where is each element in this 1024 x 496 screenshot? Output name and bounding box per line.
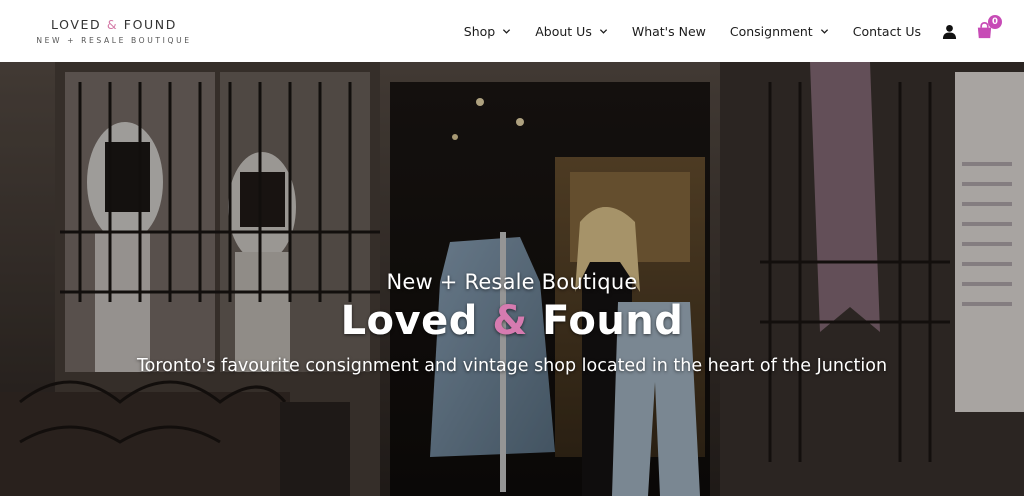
hero-subtitle: New + Resale Boutique xyxy=(386,270,638,294)
nav-item-contact-us[interactable]: Contact Us xyxy=(841,0,933,62)
site-header: LOVED & FOUND NEW + RESALE BOUTIQUE Shop… xyxy=(0,0,1024,62)
logo-tagline: NEW + RESALE BOUTIQUE xyxy=(36,36,192,45)
nav-item-label: Contact Us xyxy=(852,23,921,39)
site-logo[interactable]: LOVED & FOUND NEW + RESALE BOUTIQUE xyxy=(28,17,200,45)
nav-item-whats-new[interactable]: What's New xyxy=(620,0,718,62)
nav-item-label: What's New xyxy=(631,23,706,39)
account-button[interactable] xyxy=(933,0,966,62)
chevron-down-icon xyxy=(503,28,511,34)
cart-button[interactable]: 0 xyxy=(966,0,1004,62)
hero-description: Toronto's favourite consignment and vint… xyxy=(136,356,888,376)
chevron-down-icon xyxy=(599,28,607,34)
logo-title: LOVED & FOUND xyxy=(51,17,177,32)
nav-item-label: About Us xyxy=(535,23,592,39)
hero-banner: New + Resale Boutique Loved & Found Toro… xyxy=(0,62,1024,496)
nav-item-consignment[interactable]: Consignment xyxy=(718,0,841,62)
cart-count-badge: 0 xyxy=(988,15,1002,29)
chevron-down-icon xyxy=(820,28,828,34)
cart-wrapper: 0 xyxy=(975,15,1002,41)
main-nav: Shop About Us What's New Consignment Con… xyxy=(452,0,1004,62)
nav-item-label: Shop xyxy=(463,23,496,39)
hero-text-block: New + Resale Boutique Loved & Found Toro… xyxy=(0,270,1024,378)
hero-title: Loved & Found xyxy=(340,298,684,344)
nav-item-about-us[interactable]: About Us xyxy=(523,0,620,62)
nav-item-shop[interactable]: Shop xyxy=(452,0,523,62)
user-icon xyxy=(942,24,957,39)
nav-item-label: Consignment xyxy=(729,23,813,39)
